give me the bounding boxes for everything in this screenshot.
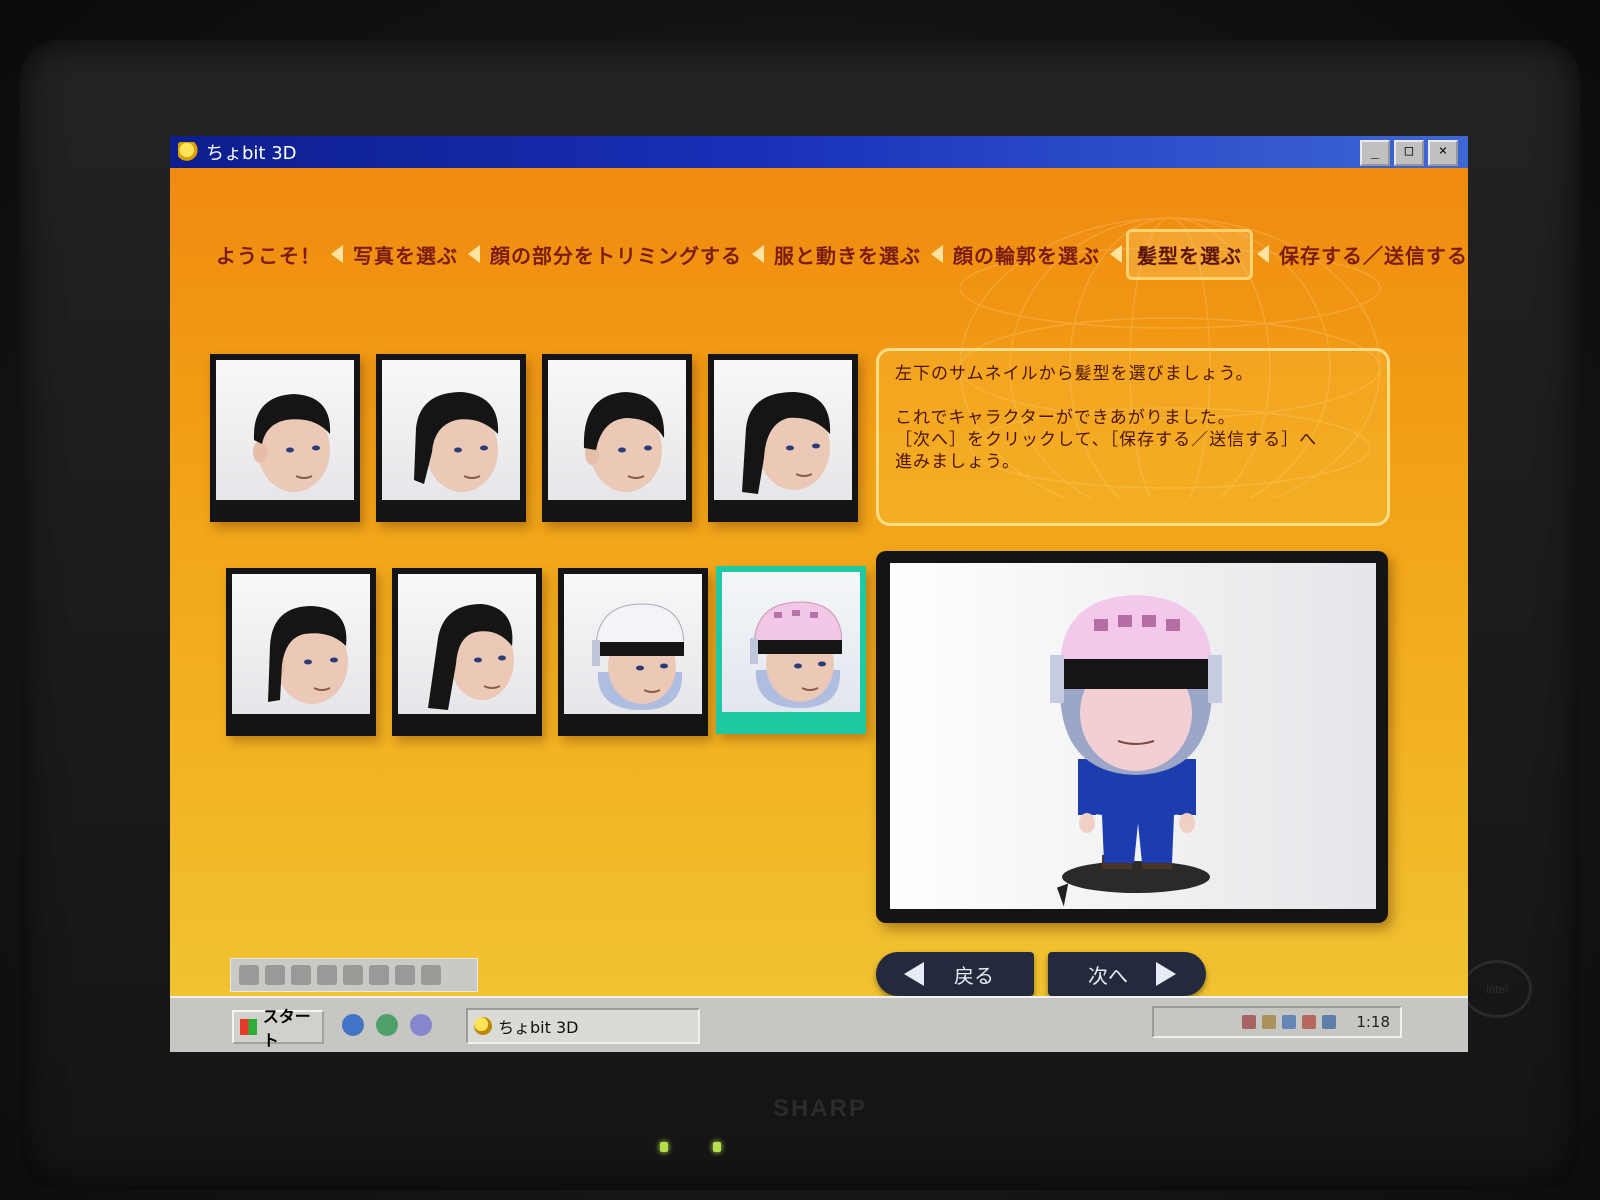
step-choose-photo[interactable]: 写真を選ぶ — [347, 236, 464, 273]
hairstyle-thumb-1[interactable] — [210, 354, 360, 522]
app-content: ようこそ！ 写真を選ぶ 顔の部分をトリミングする 服と動きを選ぶ 顔の輪郭を選ぶ… — [170, 168, 1468, 996]
step-arrow-icon — [468, 245, 480, 263]
back-button-label: 戻る — [954, 963, 994, 988]
toolbar-app-icon[interactable] — [395, 965, 415, 985]
instruction-line: ［次へ］をクリックして、［保存する／送信する］へ — [895, 430, 1318, 450]
windows-logo-icon — [240, 1019, 257, 1035]
window-controls: _ □ × — [1360, 140, 1458, 166]
character-preview-frame — [876, 551, 1388, 923]
status-led — [713, 1142, 721, 1152]
arrow-left-icon — [904, 962, 924, 986]
step-clothes-motion[interactable]: 服と動きを選ぶ — [768, 236, 927, 273]
clock[interactable]: 1:18 — [1356, 1013, 1390, 1031]
step-arrow-icon — [1110, 245, 1122, 263]
instructions-panel: 左下のサムネイルから髪型を選びましょう。 これでキャラクターができあがりました。… — [876, 348, 1390, 526]
toolbar-app-icon[interactable] — [421, 965, 441, 985]
start-label: スタート — [262, 1007, 311, 1050]
hairstyle-preview — [382, 360, 520, 500]
browser-icon[interactable] — [342, 1014, 364, 1036]
instruction-line: 左下のサムネイルから髪型を選びましょう。 — [895, 364, 1254, 384]
taskbar: スタート ちょbit 3D 1:18 — [170, 996, 1468, 1052]
desktop-icon[interactable] — [410, 1014, 432, 1036]
step-arrow-icon — [931, 245, 943, 263]
face-long-straight-hair-image — [428, 604, 514, 710]
screen: ちょbit 3D _ □ × ようこそ！ 写真を選ぶ 顔の部分をトリミングする — [170, 136, 1468, 1052]
toolbar-app-icon[interactable] — [291, 965, 311, 985]
toolbar-app-icon[interactable] — [317, 965, 337, 985]
tray-icon[interactable] — [1242, 1015, 1257, 1029]
hairstyle-preview — [398, 574, 536, 714]
hairstyle-thumb-7[interactable] — [558, 568, 708, 736]
step-welcome[interactable]: ようこそ！ — [210, 236, 327, 273]
character-preview[interactable] — [890, 563, 1376, 909]
system-tray: 1:18 — [1152, 1006, 1402, 1038]
face-short-hair-image — [253, 394, 331, 492]
face-white-helmet-image — [592, 603, 684, 710]
hairstyle-thumb-4[interactable] — [708, 354, 858, 522]
channels-icon[interactable] — [376, 1014, 398, 1036]
taskbar-app-label: ちょbit 3D — [498, 1018, 579, 1037]
app-task-icon — [474, 1017, 492, 1035]
window-title: ちょbit 3D — [206, 143, 297, 164]
face-bob-hair-image — [583, 392, 665, 492]
step-face-outline[interactable]: 顔の輪郭を選ぶ — [947, 236, 1106, 273]
minimize-button[interactable]: _ — [1360, 140, 1390, 166]
next-button[interactable]: 次へ — [1048, 952, 1206, 996]
hairstyle-preview — [722, 572, 860, 712]
face-layered-hair-image — [414, 392, 499, 492]
hairstyle-preview — [564, 574, 702, 714]
toolbar-app-icon[interactable] — [343, 965, 363, 985]
window-titlebar[interactable]: ちょbit 3D _ □ × — [170, 136, 1468, 168]
hairstyle-preview — [232, 574, 370, 714]
step-arrow-icon — [1257, 245, 1269, 263]
taskbar-app-item[interactable]: ちょbit 3D — [466, 1008, 700, 1044]
intel-badge: intel — [1462, 960, 1532, 1018]
app-icon — [178, 142, 200, 162]
step-trim-face[interactable]: 顔の部分をトリミングする — [484, 236, 748, 273]
tray-icon[interactable] — [1262, 1015, 1277, 1029]
toolbar-app-icon[interactable] — [239, 965, 259, 985]
monitor-brand: SHARP — [772, 1095, 867, 1122]
close-button[interactable]: × — [1428, 140, 1458, 166]
hairstyle-thumb-2[interactable] — [376, 354, 526, 522]
wizard-steps: ようこそ！ 写真を選ぶ 顔の部分をトリミングする 服と動きを選ぶ 顔の輪郭を選ぶ… — [210, 228, 1467, 280]
hairstyle-preview — [714, 360, 852, 500]
character-3d-image — [1050, 595, 1222, 893]
tray-icon[interactable] — [1282, 1015, 1297, 1029]
start-button[interactable]: スタート — [232, 1007, 324, 1050]
hairstyle-thumb-3[interactable] — [542, 354, 692, 522]
taskbar-quick-icons — [342, 1014, 432, 1036]
step-hairstyle[interactable]: 髪型を選ぶ — [1126, 228, 1253, 280]
step-save-send[interactable]: 保存する／送信する — [1273, 236, 1468, 273]
hairstyle-preview — [548, 360, 686, 500]
face-long-hair-image — [742, 392, 831, 494]
hairstyle-thumb-5[interactable] — [226, 568, 376, 736]
toolbar-app-icon[interactable] — [265, 965, 285, 985]
step-arrow-icon — [331, 245, 343, 263]
step-arrow-icon — [752, 245, 764, 263]
back-button[interactable]: 戻る — [876, 952, 1034, 996]
arrow-right-icon — [1156, 962, 1176, 986]
tray-icon[interactable] — [1322, 1015, 1337, 1029]
tray-icon[interactable] — [1302, 1015, 1317, 1029]
quick-launch-toolbar — [230, 958, 478, 992]
instruction-line: これでキャラクターができあがりました。 — [895, 408, 1236, 428]
hairstyle-thumb-6[interactable] — [392, 568, 542, 736]
face-pink-helmet-image — [750, 601, 842, 708]
toolbar-app-icon[interactable] — [369, 965, 389, 985]
face-spiky-hair-image — [268, 606, 348, 704]
hairstyle-thumb-8-selected[interactable] — [716, 566, 866, 734]
maximize-button[interactable]: □ — [1394, 140, 1424, 166]
hairstyle-preview — [216, 360, 354, 500]
power-led — [660, 1142, 668, 1152]
instruction-line: 進みましょう。 — [895, 452, 1020, 472]
next-button-label: 次へ — [1088, 963, 1128, 988]
